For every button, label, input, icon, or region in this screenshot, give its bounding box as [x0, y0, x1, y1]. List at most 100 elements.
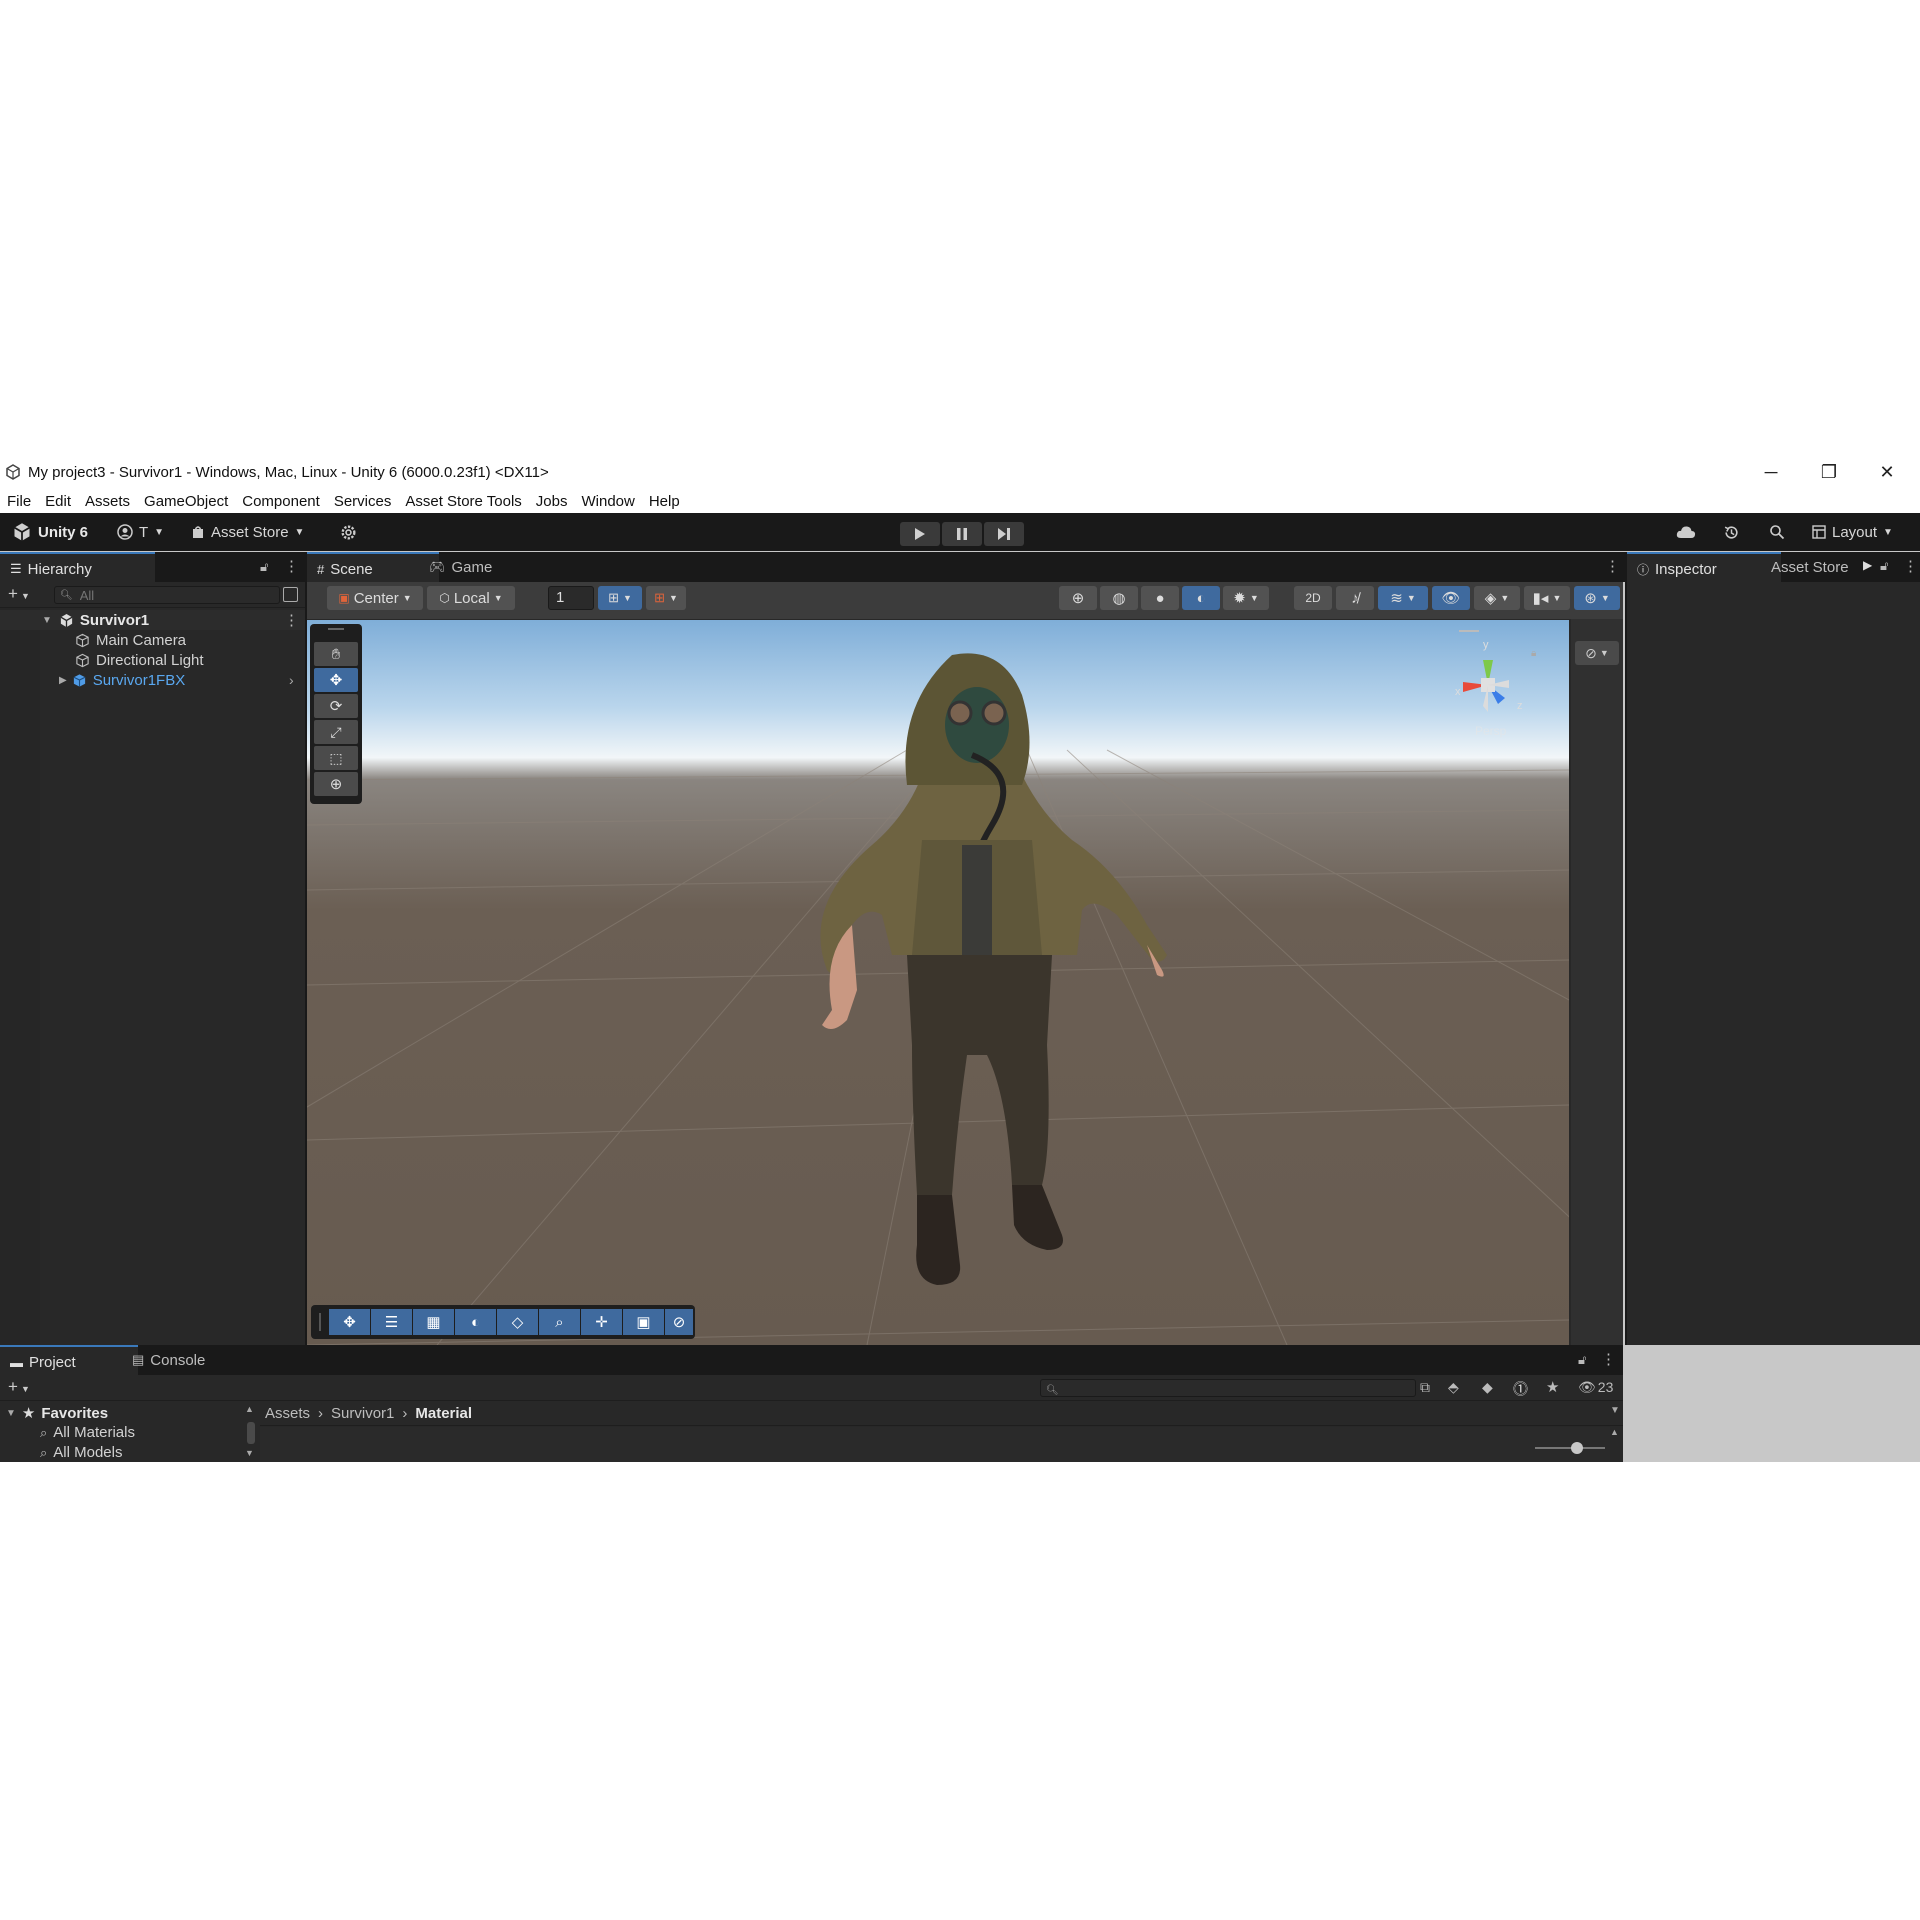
expand-arrow-icon[interactable]: ▼ — [6, 1408, 16, 1419]
overlay-move-button[interactable]: ✥ — [329, 1309, 370, 1335]
more-options-icon[interactable]: ⋮ — [1601, 1350, 1616, 1368]
asset-store-dropdown[interactable]: Asset Store ▼ — [191, 513, 304, 551]
favorite-all-models[interactable]: ⌕ All Models — [40, 1444, 122, 1461]
scene-camera-dropdown[interactable]: ▮◂ ▼ — [1524, 586, 1570, 610]
chevron-right-icon[interactable]: › — [289, 672, 294, 688]
grid-snapping-toggle[interactable]: ⊞ ▼ — [598, 586, 642, 610]
breadcrumb-assets[interactable]: Assets — [265, 1405, 310, 1422]
snap-increment-field[interactable]: 1 — [548, 586, 594, 610]
project-assets-area[interactable] — [260, 1427, 1610, 1462]
assets-scrollbar-up-icon[interactable]: ▲ — [1610, 1427, 1619, 1437]
menu-assets[interactable]: Assets — [78, 493, 137, 510]
pause-button[interactable] — [942, 522, 982, 546]
lock-icon[interactable]: 🔓︎ — [1880, 558, 1888, 574]
hand-tool-button[interactable]: ✋︎ — [314, 642, 358, 666]
menu-edit[interactable]: Edit — [38, 493, 78, 510]
menu-help[interactable]: Help — [642, 493, 687, 510]
gizmo-drag-handle[interactable] — [1459, 630, 1479, 632]
lock-icon[interactable]: 🔓︎ — [260, 559, 268, 575]
breadcrumb-survivor1[interactable]: Survivor1 — [331, 1405, 394, 1422]
hierarchy-item-directional-light[interactable]: Directional Light — [0, 650, 305, 670]
lock-icon[interactable]: 🔓︎ — [1578, 1352, 1586, 1368]
create-dropdown[interactable]: + ▼ — [8, 584, 30, 604]
star-icon[interactable]: ★ — [1546, 1378, 1559, 1396]
menu-component[interactable]: Component — [235, 493, 327, 510]
overlay-camera-button[interactable]: ▣ — [623, 1309, 664, 1335]
scale-tool-button[interactable]: ⤢ — [314, 720, 358, 744]
overlay-pivot-button[interactable]: ✛ — [581, 1309, 622, 1335]
assets-scroll-down-icon[interactable]: ▼ — [1610, 1405, 1620, 1416]
unity-menu-button[interactable]: Unity 6 — [12, 513, 88, 551]
overlay-search-button[interactable]: ⌕ — [539, 1309, 580, 1335]
warning-filter-icon[interactable]: ⓵ — [1513, 1378, 1528, 1399]
drag-handle[interactable] — [328, 628, 344, 630]
scroll-up-icon[interactable]: ▲ — [245, 1404, 254, 1414]
search-scope-icon[interactable]: ⧉ — [1420, 1379, 1430, 1396]
layout-dropdown[interactable]: Layout ▼ — [1812, 513, 1893, 551]
menu-gameobject[interactable]: GameObject — [137, 493, 235, 510]
step-button[interactable] — [984, 522, 1024, 546]
shaded-wireframe-button[interactable]: ◍ — [1100, 586, 1138, 610]
menu-services[interactable]: Services — [327, 493, 399, 510]
project-search-input[interactable]: 🔍︎ — [1040, 1379, 1416, 1397]
space-local-dropdown[interactable]: ⬡ Local ▼ — [427, 586, 515, 610]
menu-jobs[interactable]: Jobs — [529, 493, 575, 510]
rect-tool-button[interactable]: ⬚ — [314, 746, 358, 770]
tab-hierarchy[interactable]: ☰ Hierarchy — [0, 552, 155, 584]
favorite-all-materials[interactable]: ⌕ All Materials — [40, 1424, 135, 1441]
overlay-orientation-button[interactable]: ⊘ — [665, 1309, 693, 1335]
overlay-grid-button[interactable]: ▦ — [413, 1309, 454, 1335]
tab-inspector[interactable]: ⓘ Inspector — [1627, 552, 1781, 584]
scrollbar-thumb[interactable] — [247, 1422, 255, 1444]
effects-dropdown[interactable]: ≋ ▼ — [1378, 586, 1428, 610]
menu-file[interactable]: File — [0, 493, 38, 510]
search-by-label-icon[interactable]: ◆ — [1482, 1379, 1493, 1396]
move-tool-button[interactable]: ✥ — [314, 668, 358, 692]
menu-asset-store-tools[interactable]: Asset Store Tools — [398, 493, 528, 510]
menu-window[interactable]: Window — [574, 493, 641, 510]
hierarchy-search-box[interactable]: 🔍︎ — [54, 586, 280, 604]
tab-asset-store[interactable]: Asset Store — [1761, 552, 1893, 582]
wireframe-shading-button[interactable]: ⊕ — [1059, 586, 1097, 610]
shaded-button[interactable]: ● — [1141, 586, 1179, 610]
orientation-overlay-dropdown[interactable]: ⊘ ▼ — [1575, 641, 1619, 665]
overlay-lighting-button[interactable]: ◐ — [455, 1309, 496, 1335]
icon-size-slider[interactable] — [1535, 1442, 1605, 1454]
gizmo-lock-icon[interactable]: 🔒︎ — [1531, 648, 1536, 659]
tab-console[interactable]: ▤ Console — [122, 1345, 238, 1375]
expand-arrow-icon[interactable]: ▼ — [42, 615, 52, 626]
tab-game[interactable]: 🎮︎ Game — [419, 552, 529, 582]
icon-size-slider-knob[interactable] — [1571, 1442, 1583, 1454]
persp-label[interactable]: Persp — [1475, 724, 1506, 738]
transform-tool-button[interactable]: ⊕ — [314, 772, 358, 796]
hierarchy-item-main-camera[interactable]: Main Camera — [0, 630, 305, 650]
pivot-center-dropdown[interactable]: ▣ Center ▼ — [327, 586, 423, 610]
more-options-icon[interactable]: ⋮ — [284, 611, 299, 629]
scene-search-icon[interactable] — [283, 587, 298, 602]
incremental-snap-toggle[interactable]: ⊞ ▼ — [646, 586, 686, 610]
2d-toggle-button[interactable]: 2D — [1294, 586, 1332, 610]
layers-dropdown[interactable]: ◈ ▼ — [1474, 586, 1520, 610]
account-dropdown[interactable]: T ▼ — [117, 513, 164, 551]
debug-draw-mode-dropdown[interactable]: ✹ ▼ — [1223, 586, 1269, 610]
minimize-button[interactable]: ─ — [1742, 455, 1800, 489]
close-button[interactable]: ✕ — [1858, 455, 1916, 489]
search-by-type-icon[interactable]: ⬘ — [1448, 1379, 1459, 1396]
more-options-icon[interactable]: ⋮ — [284, 557, 299, 575]
gizmos-dropdown[interactable]: ⊛ ▼ — [1574, 586, 1620, 610]
cloud-button[interactable] — [1676, 513, 1696, 551]
hidden-packages-toggle[interactable]: 👁︎ 23 — [1578, 1379, 1613, 1396]
lit-shading-button[interactable]: ◐ — [1182, 586, 1220, 610]
overlay-align-button[interactable]: ☰ — [371, 1309, 412, 1335]
tab-scroll-right-icon[interactable]: ▶ — [1863, 558, 1872, 572]
rotate-tool-button[interactable]: ⟳ — [314, 694, 358, 718]
hierarchy-search-input[interactable] — [77, 586, 262, 604]
more-options-icon[interactable]: ⋮ — [1903, 557, 1918, 575]
create-asset-dropdown[interactable]: + ▼ — [8, 1377, 30, 1397]
more-options-icon[interactable]: ⋮ — [1605, 557, 1620, 575]
expand-arrow-icon[interactable]: ▶ — [59, 675, 67, 686]
favorites-row[interactable]: ▼ ★ Favorites — [6, 1404, 108, 1423]
overlay-navmesh-button[interactable]: ◇ — [497, 1309, 538, 1335]
folder-tree-scrollbar[interactable]: ▲ ▼ — [245, 1404, 257, 1460]
history-button[interactable] — [1723, 513, 1740, 551]
